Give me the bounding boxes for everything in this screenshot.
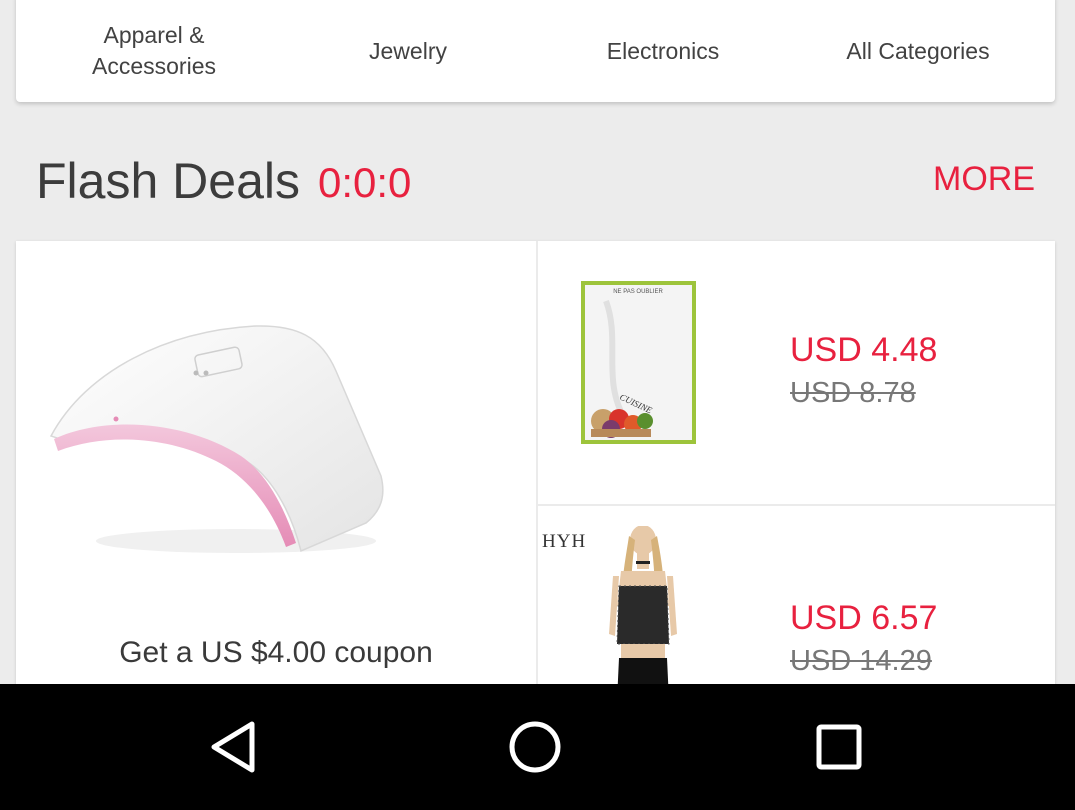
deal-price: USD 6.57 xyxy=(790,599,938,637)
category-all[interactable]: All Categories xyxy=(798,0,1038,102)
category-label: All Categories xyxy=(846,37,990,64)
notebook-cover-text: NE PAS OUBLIER xyxy=(613,289,663,295)
featured-deal[interactable]: Get a US $4.00 coupon xyxy=(16,241,536,701)
category-label: Apparel & Accessories xyxy=(92,22,216,79)
recipe-notebook-image: NE PAS OUBLIER CUISINE xyxy=(581,281,696,444)
flash-deals-card: Get a US $4.00 coupon NE PAS OUBLIER CUI… xyxy=(16,241,1055,701)
flash-deals-header: Flash Deals 0:0:0 MORE xyxy=(36,150,1035,212)
recents-icon[interactable] xyxy=(804,714,874,780)
uv-nail-lamp-image xyxy=(49,325,384,553)
category-label: Jewelry xyxy=(369,37,447,64)
back-icon[interactable] xyxy=(200,714,270,780)
navigation-bar xyxy=(0,684,1075,810)
category-jewelry[interactable]: Jewelry xyxy=(288,0,528,102)
coupon-text: Get a US $4.00 coupon xyxy=(119,636,433,669)
category-electronics[interactable]: Electronics xyxy=(543,0,783,102)
home-icon[interactable] xyxy=(500,714,570,780)
brand-logo: HYH xyxy=(542,531,587,552)
flash-deals-title: Flash Deals xyxy=(36,153,300,209)
flash-deals-timer: 0:0:0 xyxy=(318,159,412,206)
category-bar: Apparel & Accessories Jewelry Electronic… xyxy=(16,0,1055,102)
deal-old-price: USD 8.78 xyxy=(790,377,916,409)
category-label: Electronics xyxy=(606,37,720,64)
deal-price: USD 4.48 xyxy=(790,331,938,369)
deal-old-price: USD 14.29 xyxy=(790,645,932,677)
lace-crop-top-image xyxy=(609,526,677,701)
more-button[interactable]: MORE xyxy=(933,160,1035,199)
category-apparel-accessories[interactable]: Apparel & Accessories xyxy=(34,0,274,102)
